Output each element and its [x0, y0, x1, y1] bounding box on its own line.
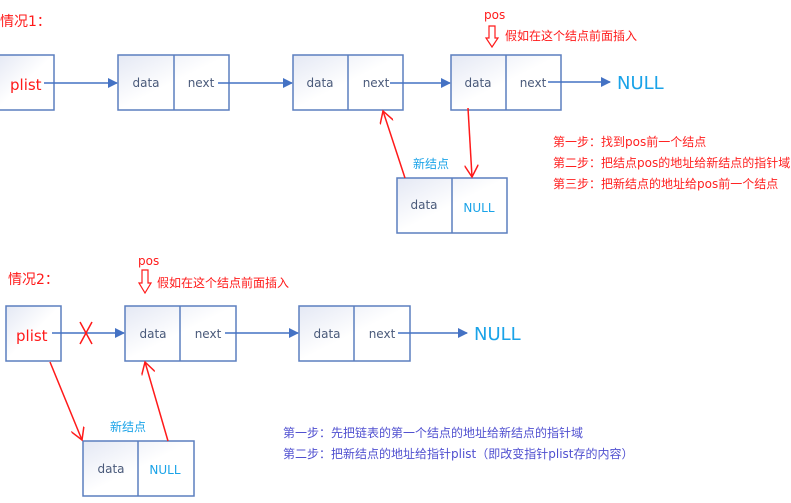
- node-data: data: [464, 76, 491, 90]
- case2-title: 情况2：: [8, 272, 59, 288]
- node-next-null: NULL: [149, 463, 180, 477]
- insert-note: 假如在这个结点前面插入: [505, 28, 637, 43]
- node-data: data: [410, 198, 437, 212]
- node-data: data: [97, 462, 124, 476]
- case1-title: 情况1：: [0, 14, 51, 30]
- node-next: next: [188, 76, 215, 90]
- case1-node-3: data next: [450, 54, 562, 111]
- red-arrow: [49, 361, 82, 440]
- null-label: NULL: [474, 324, 521, 345]
- node-next: next: [369, 327, 396, 341]
- plist-label: plist: [10, 76, 42, 94]
- red-arrow: [468, 107, 472, 177]
- insert-note: 假如在这个结点前面插入: [157, 275, 289, 290]
- node-next: next: [195, 327, 222, 341]
- node-data: data: [139, 327, 166, 341]
- pos-label: pos: [484, 8, 505, 22]
- new-node-label: 新结点: [110, 419, 146, 434]
- linked-list-insert-diagram: 情况1： plist data next data next data next…: [0, 8, 790, 497]
- pos-down-arrow-icon: [484, 25, 500, 49]
- case1-step-1: 第一步：找到pos前一个结点: [553, 134, 706, 149]
- case1-step-2: 第二步：把结点pos的地址给新结点的指针域: [553, 155, 790, 170]
- red-arrow: [145, 362, 169, 442]
- node-data: data: [306, 76, 333, 90]
- case2-node-1: data next: [124, 305, 237, 362]
- case1-node-1: data next: [117, 54, 230, 111]
- node-data: data: [313, 327, 340, 341]
- node-data: data: [132, 76, 159, 90]
- node-next-null: NULL: [463, 201, 494, 215]
- case2-node-2: data next: [298, 305, 411, 362]
- case1-step-3: 第三步：把新结点的地址给pos前一个结点: [553, 176, 778, 191]
- case1-node-2: data next: [292, 54, 404, 111]
- case2-step-2: 第二步：把新结点的地址给指针plist（即改变指针plist存的内容）: [283, 446, 634, 461]
- case2-step-1: 第一步：先把链表的第一个结点的地址给新结点的指针域: [283, 425, 583, 440]
- node-next: next: [520, 76, 547, 90]
- pos-label: pos: [138, 254, 159, 268]
- new-node-label: 新结点: [413, 156, 449, 171]
- red-arrow: [383, 111, 406, 179]
- case1-new-node: data NULL: [396, 177, 508, 234]
- plist-label: plist: [16, 327, 48, 345]
- pos-down-arrow-icon: [137, 269, 153, 295]
- case2-new-node: data NULL: [82, 440, 195, 497]
- null-label: NULL: [617, 73, 664, 94]
- node-next: next: [363, 76, 390, 90]
